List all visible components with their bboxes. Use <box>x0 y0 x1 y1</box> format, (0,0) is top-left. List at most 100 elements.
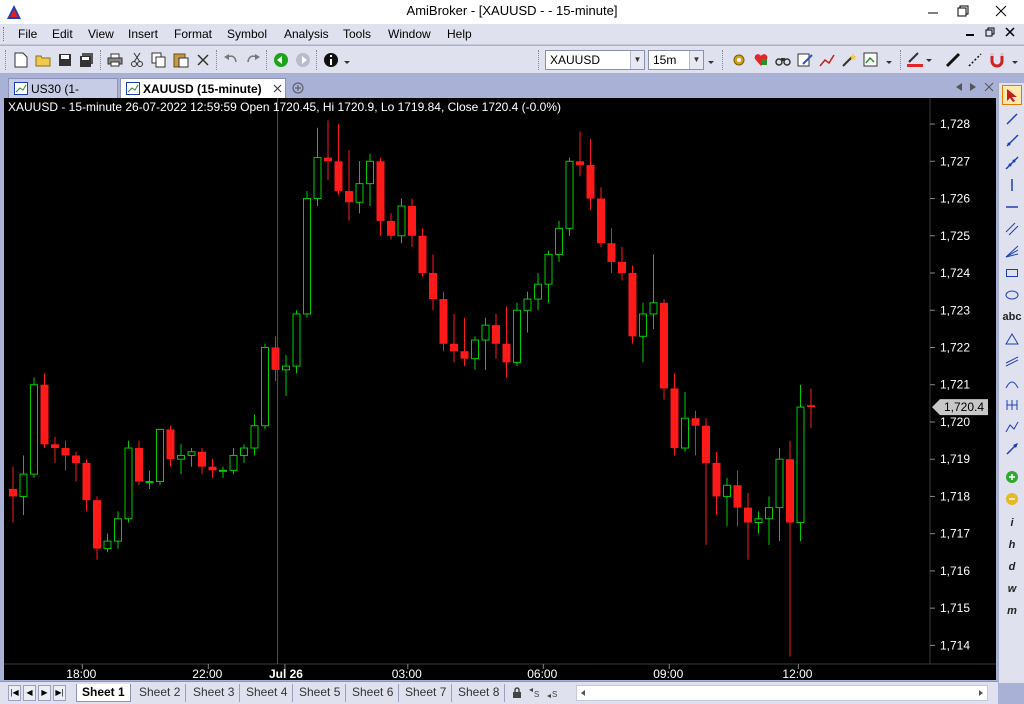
chevron-right-icon[interactable] <box>968 82 978 92</box>
candlestick-chart-svg[interactable]: 1,728 1,727 1,726 1,725 1,724 1,723 1,722 1,721… <box>4 98 996 680</box>
scroll-left-icon[interactable] <box>579 689 587 697</box>
sheet-tab-7[interactable]: Sheet 7 <box>400 684 453 702</box>
zoom-in-tool-button[interactable] <box>1002 467 1022 487</box>
save-button[interactable] <box>56 51 74 69</box>
print-button[interactable] <box>106 51 124 69</box>
chevron-down-icon[interactable]: ▼ <box>689 51 703 69</box>
ray-tool-button[interactable] <box>1002 131 1022 151</box>
line-width-button[interactable] <box>944 51 962 69</box>
fibonacci-fan-tool-button[interactable] <box>1002 241 1022 261</box>
color-dropdown-button[interactable] <box>924 51 934 69</box>
drawing-color-button[interactable] <box>906 51 924 69</box>
toolbar-overflow-button[interactable] <box>1010 51 1020 69</box>
prev-sheet-button[interactable]: ◀ <box>23 685 36 701</box>
close-icon[interactable] <box>273 84 282 93</box>
interval-combo[interactable]: 15m ▼ <box>648 50 704 70</box>
menu-help[interactable]: Help <box>447 27 472 41</box>
close-button[interactable] <box>982 0 1020 22</box>
interval-h-button[interactable]: h <box>1002 535 1022 555</box>
extended-line-tool-button[interactable] <box>1002 153 1022 173</box>
favorite-button[interactable] <box>752 51 770 69</box>
new-button[interactable] <box>12 51 30 69</box>
arc-tool-button[interactable] <box>1002 373 1022 393</box>
toolbar-overflow-button[interactable] <box>884 51 894 69</box>
sheet-tab-4[interactable]: Sheet 4 <box>241 684 294 702</box>
interval-m-button[interactable]: m <box>1002 601 1022 621</box>
mdi-minimize-button[interactable] <box>962 26 978 42</box>
interval-1-button[interactable]: i <box>1002 513 1022 533</box>
text-tool-button[interactable]: abc <box>1002 307 1022 327</box>
chevron-down-icon[interactable]: ▼ <box>630 51 644 69</box>
edit-formula-button[interactable] <box>796 51 814 69</box>
line-style-button[interactable] <box>966 51 984 69</box>
forward-button[interactable] <box>294 51 312 69</box>
rectangle-tool-button[interactable] <box>1002 263 1022 283</box>
next-sheet-button[interactable]: ▶ <box>38 685 51 701</box>
mdi-close-button[interactable] <box>1002 26 1018 42</box>
arrow-tool-button[interactable] <box>1002 439 1022 459</box>
chevron-left-icon[interactable] <box>954 82 964 92</box>
ellipse-tool-button[interactable] <box>1002 285 1022 305</box>
save-all-button[interactable] <box>78 51 96 69</box>
sheet-tab-2[interactable]: Sheet 2 <box>134 684 187 702</box>
toolbar-overflow-button[interactable] <box>706 51 716 69</box>
back-button[interactable] <box>272 51 290 69</box>
horizontal-line-tool-button[interactable] <box>1002 197 1022 217</box>
scroll-right-icon[interactable] <box>977 689 985 697</box>
delete-button[interactable] <box>194 51 212 69</box>
horizontal-scrollbar[interactable] <box>576 685 988 701</box>
price-chart[interactable]: 1,728 1,727 1,726 1,725 1,724 1,723 1,722 1,721… <box>4 98 996 680</box>
symbol-combo[interactable]: XAUUSD ▼ <box>545 50 645 70</box>
cut-button[interactable] <box>128 51 146 69</box>
select-tool-button[interactable] <box>1002 85 1022 105</box>
undo-button[interactable] <box>222 51 240 69</box>
sheet-tab-3[interactable]: Sheet 3 <box>188 684 241 702</box>
interval-d-button[interactable]: d <box>1002 557 1022 577</box>
parallel-lines-tool-button[interactable] <box>1002 219 1022 239</box>
menu-insert[interactable]: Insert <box>128 27 158 41</box>
screenshot-button[interactable] <box>862 51 880 69</box>
sheet-tab-8[interactable]: Sheet 8 <box>453 684 506 702</box>
open-button[interactable] <box>34 51 52 69</box>
tab-xauusd[interactable]: XAUUSD (15-minute) <box>120 78 286 99</box>
vertical-line-tool-button[interactable] <box>1002 175 1022 195</box>
menu-edit[interactable]: Edit <box>52 27 73 41</box>
first-sheet-button[interactable]: |◀ <box>8 685 21 701</box>
redo-button[interactable] <box>244 51 262 69</box>
sheet-tab-6[interactable]: Sheet 6 <box>347 684 400 702</box>
toolbar-overflow-button[interactable] <box>342 51 352 69</box>
wizard-button[interactable] <box>840 51 858 69</box>
minimize-button[interactable] <box>918 0 948 22</box>
ruler-button[interactable] <box>730 51 748 69</box>
new-tab-icon[interactable] <box>292 82 304 94</box>
magnet-button[interactable] <box>988 51 1006 69</box>
menu-format[interactable]: Format <box>174 27 212 41</box>
analysis-button[interactable] <box>818 51 836 69</box>
menu-view[interactable]: View <box>88 27 114 41</box>
mdi-restore-button[interactable] <box>982 26 998 42</box>
sheet-tab-5[interactable]: Sheet 5 <box>294 684 347 702</box>
menu-symbol[interactable]: Symbol <box>227 27 267 41</box>
auto-scroll-icon[interactable]: S <box>528 687 542 699</box>
zoom-out-tool-button[interactable] <box>1002 489 1022 509</box>
cycles-tool-button[interactable] <box>1002 395 1022 415</box>
line-tool-button[interactable] <box>1002 109 1022 129</box>
info-button[interactable] <box>322 51 340 69</box>
zigzag-tool-button[interactable] <box>1002 417 1022 437</box>
sheet-tab-1[interactable]: Sheet 1 <box>76 684 131 702</box>
close-icon[interactable] <box>984 82 994 92</box>
menu-tools[interactable]: Tools <box>343 27 371 41</box>
copy-button[interactable] <box>150 51 168 69</box>
restore-button[interactable] <box>948 0 978 22</box>
tab-us30[interactable]: US30 (1-minute) <box>8 78 118 116</box>
triangle-tool-button[interactable] <box>1002 329 1022 349</box>
find-button[interactable] <box>774 51 792 69</box>
interval-w-button[interactable]: w <box>1002 579 1022 599</box>
menu-window[interactable]: Window <box>388 27 431 41</box>
lock-icon[interactable] <box>512 687 522 699</box>
gann-tool-button[interactable] <box>1002 351 1022 371</box>
auto-sort-icon[interactable]: S <box>546 687 560 699</box>
last-sheet-button[interactable]: ▶| <box>53 685 66 701</box>
menu-file[interactable]: File <box>18 27 37 41</box>
menu-analysis[interactable]: Analysis <box>284 27 329 41</box>
